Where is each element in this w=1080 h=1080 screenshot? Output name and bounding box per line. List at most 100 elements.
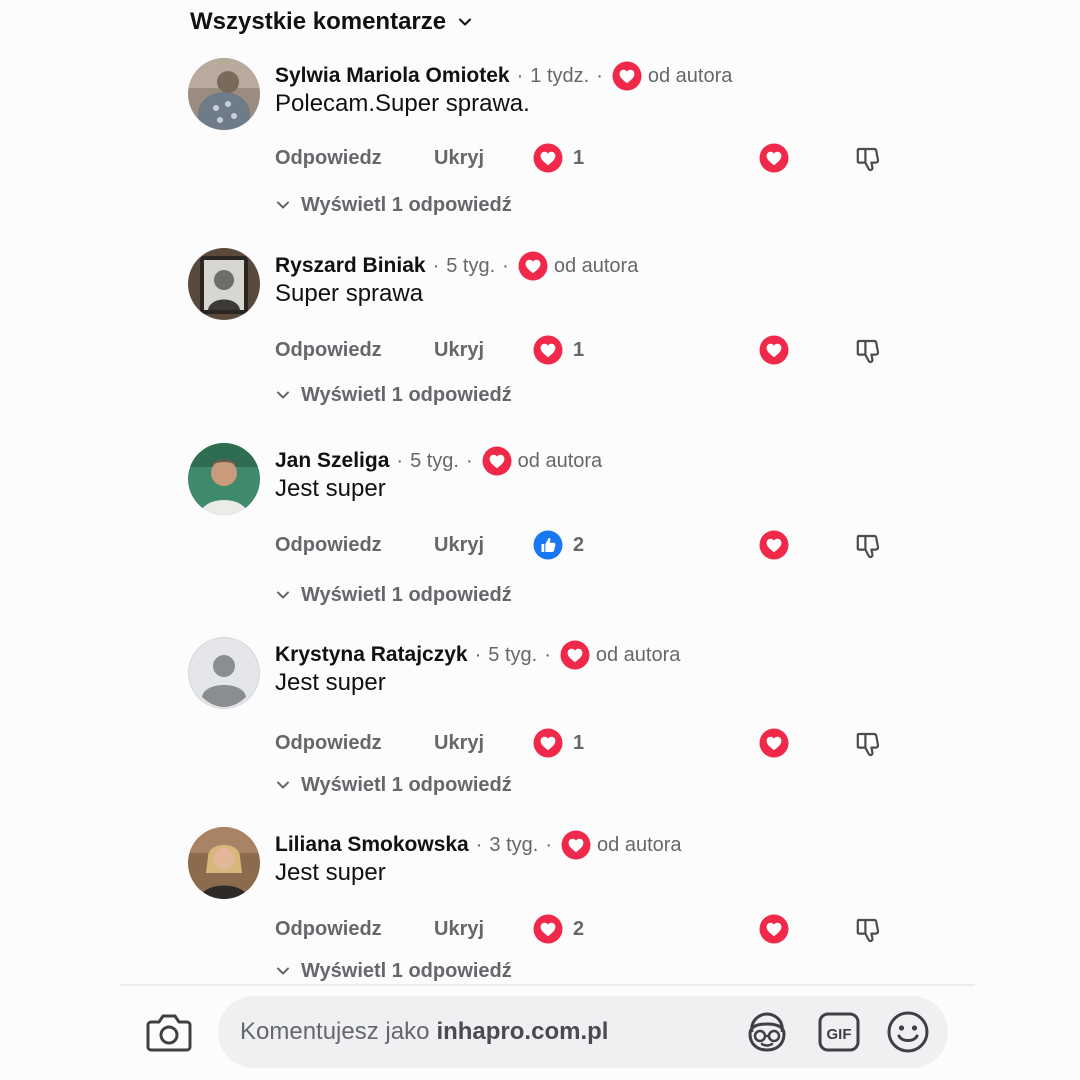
hide-button[interactable]: Ukryj (434, 527, 484, 563)
avatar-sticker-button[interactable] (744, 1010, 790, 1059)
liked-by-author-label: od autora (647, 64, 733, 87)
avatar[interactable] (188, 58, 260, 130)
author-heart-icon (561, 830, 591, 860)
comment-actions: Odpowiedz Ukryj 2 (275, 527, 915, 563)
gif-button[interactable]: GIF (818, 1012, 860, 1057)
author-heart-icon (482, 446, 512, 476)
gif-icon: GIF (818, 1012, 860, 1052)
comment-time[interactable]: 5 tyg. (446, 255, 495, 278)
avatar[interactable] (188, 827, 260, 899)
separator-dot: · (396, 449, 404, 472)
gif-label: GIF (827, 1026, 852, 1043)
view-replies-label: Wyświetl 1 odpowiedź (301, 193, 512, 216)
comments-filter-title: Wszystkie komentarze (190, 8, 447, 35)
comment-text: Jest super (275, 475, 386, 502)
hide-button[interactable]: Ukryj (434, 332, 484, 368)
avatar[interactable] (188, 443, 260, 515)
chevron-down-icon (277, 391, 289, 399)
view-replies-button[interactable]: Wyświetl 1 odpowiedź (275, 580, 512, 610)
comment-input-placeholder[interactable]: Komentujesz jako inhapro.com.pl (240, 996, 608, 1068)
reply-button[interactable]: Odpowiedz (275, 527, 382, 563)
comment-meta: Jan Szeliga · 5 tyg. · od autora (275, 443, 602, 479)
comments-filter-header[interactable]: Wszystkie komentarze (190, 2, 474, 42)
dislike-button[interactable] (853, 530, 885, 567)
comment-author[interactable]: Jan Szeliga (275, 449, 389, 473)
comment-actions: Odpowiedz Ukryj 1 (275, 332, 915, 368)
comment-time[interactable]: 3 tyg. (489, 834, 538, 857)
reaction-summary[interactable]: 1 (533, 332, 584, 368)
view-replies-button[interactable]: Wyświetl 1 odpowiedź (275, 956, 512, 986)
comment-author[interactable]: Sylwia Mariola Omiotek (275, 64, 510, 88)
reaction-summary[interactable]: 2 (533, 911, 584, 947)
comment-time[interactable]: 5 tyg. (410, 450, 459, 473)
dislike-button[interactable] (853, 143, 885, 180)
reaction-count: 1 (573, 731, 585, 754)
separator-dot: · (432, 254, 440, 277)
comment-text: Super sprawa (275, 280, 424, 307)
avatar[interactable] (188, 637, 260, 709)
liked-by-author-label: od autora (553, 254, 639, 277)
dislike-button[interactable] (853, 335, 885, 372)
view-replies-label: Wyświetl 1 odpowiedź (301, 959, 512, 982)
comment-time[interactable]: 5 tyg. (488, 644, 537, 667)
love-button[interactable] (759, 728, 789, 763)
reaction-count: 1 (573, 146, 585, 169)
separator-dot: · (544, 643, 551, 666)
hide-button[interactable]: Ukryj (434, 911, 484, 947)
comment-meta: Sylwia Mariola Omiotek · 1 tydz. · od au… (275, 58, 732, 94)
reply-button[interactable]: Odpowiedz (275, 332, 382, 368)
reaction-summary[interactable]: 1 (533, 725, 584, 761)
author-heart-icon (560, 640, 590, 670)
heart-icon (759, 530, 789, 560)
comment-composer: Komentujesz jako inhapro.com.pl GIF (0, 996, 1080, 1076)
comment-meta: Ryszard Biniak · 5 tyg. · od autora (275, 248, 638, 284)
reply-button[interactable]: Odpowiedz (275, 140, 382, 176)
reply-button[interactable]: Odpowiedz (275, 911, 382, 947)
thumbs-down-icon (853, 728, 885, 760)
separator-dot: · (475, 833, 483, 856)
chevron-down-icon (277, 781, 289, 789)
reply-button[interactable]: Odpowiedz (275, 725, 382, 761)
heart-icon (759, 914, 789, 944)
liked-by-author-label: od autora (597, 833, 682, 856)
comment-meta: Krystyna Ratajczyk · 5 tyg. · od autora (275, 637, 680, 673)
comment-input[interactable]: Komentujesz jako inhapro.com.pl GIF (218, 996, 948, 1068)
love-reaction-icon (533, 914, 563, 944)
view-replies-button[interactable]: Wyświetl 1 odpowiedź (275, 770, 512, 800)
avatar-sticker-icon (748, 1012, 786, 1052)
placeholder-account: inhapro.com.pl (436, 1018, 609, 1045)
love-button[interactable] (759, 914, 789, 949)
comment-item: Jan Szeliga · 5 tyg. · od autora Jest su… (0, 443, 1080, 613)
love-button[interactable] (759, 143, 789, 178)
reaction-summary[interactable]: 1 (533, 140, 584, 176)
chevron-down-icon (277, 201, 289, 209)
thumbs-down-icon (853, 914, 885, 946)
hide-button[interactable]: Ukryj (434, 725, 484, 761)
love-button[interactable] (759, 530, 789, 565)
placeholder-prefix: Komentujesz jako (240, 1018, 430, 1045)
dislike-button[interactable] (853, 914, 885, 951)
liked-by-author-label: od autora (517, 449, 603, 472)
hide-button[interactable]: Ukryj (434, 140, 484, 176)
heart-icon (759, 335, 789, 365)
comment-time[interactable]: 1 tydz. (530, 65, 589, 88)
separator-dot: · (596, 64, 603, 87)
love-reaction-icon (533, 728, 563, 758)
comment-author[interactable]: Krystyna Ratajczyk (275, 643, 468, 667)
avatar[interactable] (188, 248, 260, 320)
comment-text: Jest super (275, 859, 386, 886)
camera-button[interactable] (145, 1010, 193, 1059)
reaction-summary[interactable]: 2 (533, 527, 584, 563)
comment-text: Polecam.Super sprawa. (275, 90, 530, 117)
love-button[interactable] (759, 335, 789, 370)
comment-author[interactable]: Liliana Smokowska (275, 833, 469, 857)
thumbs-down-icon (853, 335, 885, 367)
emoji-button[interactable] (886, 1010, 930, 1059)
dislike-button[interactable] (853, 728, 885, 765)
view-replies-button[interactable]: Wyświetl 1 odpowiedź (275, 380, 512, 410)
comment-meta: Liliana Smokowska · 3 tyg. · od autora (275, 827, 682, 863)
view-replies-button[interactable]: Wyświetl 1 odpowiedź (275, 190, 512, 220)
comment-author[interactable]: Ryszard Biniak (275, 254, 426, 278)
comment-item: Ryszard Biniak · 5 tyg. · od autora Supe… (0, 248, 1080, 418)
separator-dot: · (502, 254, 509, 277)
